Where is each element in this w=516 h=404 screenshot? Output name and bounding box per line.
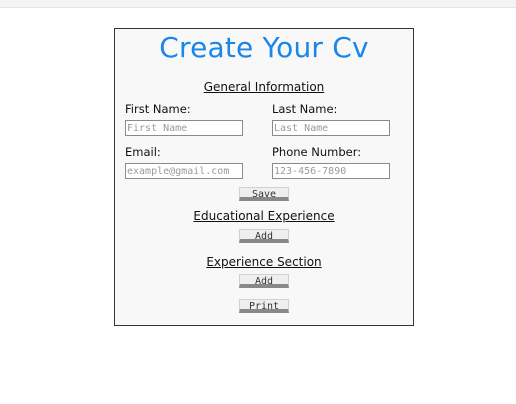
general-information-heading: General Information — [203, 80, 325, 94]
experience-section-heading: Experience Section — [206, 255, 322, 269]
first-name-input[interactable] — [125, 120, 243, 136]
browser-top-strip — [0, 0, 516, 8]
first-name-label: First Name: — [125, 102, 191, 116]
phone-number-input[interactable] — [272, 163, 390, 179]
cv-form-panel: Create Your Cv General Information First… — [114, 28, 414, 326]
save-button[interactable]: Save — [239, 187, 289, 201]
page-title: Create Your Cv — [159, 31, 369, 64]
educational-experience-heading: Educational Experience — [193, 209, 335, 223]
email-input[interactable] — [125, 163, 243, 179]
email-label: Email: — [125, 145, 161, 159]
last-name-label: Last Name: — [272, 102, 338, 116]
last-name-input[interactable] — [272, 120, 390, 136]
print-button[interactable]: Print — [239, 299, 289, 313]
add-education-button[interactable]: Add — [239, 229, 289, 243]
phone-number-label: Phone Number: — [272, 145, 362, 159]
add-experience-button[interactable]: Add — [239, 274, 289, 288]
